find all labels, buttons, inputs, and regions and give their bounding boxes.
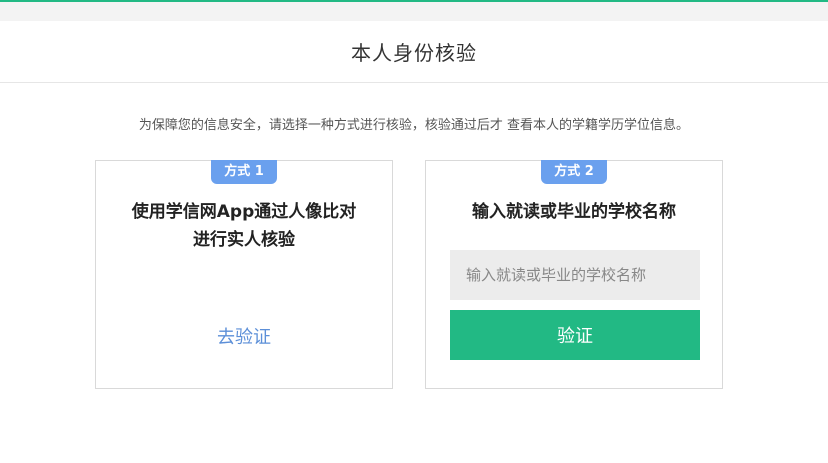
method-1-title-line-2: 进行实人核验 [193,230,295,250]
method-1-title-line-1: 使用学信网App通过人像比对 [131,202,357,222]
page-header: 本人身份核验 [0,21,828,83]
security-notice: 为保障您的信息安全，请选择一种方式进行核验，核验通过后才 查看本人的学籍学历学位… [138,118,690,133]
method-1-title: 使用学信网App通过人像比对 进行实人核验 [96,198,392,254]
method-2-badge: 方式 2 [541,160,607,184]
method-2-title: 输入就读或毕业的学校名称 [472,202,676,222]
go-verify-link[interactable]: 去验证 [96,323,392,349]
top-band [0,0,828,21]
school-name-input[interactable] [450,250,700,300]
method-1-card: 方式 1 使用学信网App通过人像比对 进行实人核验 去验证 [95,160,393,389]
identity-verification-page: 本人身份核验 为保障您的信息安全，请选择一种方式进行核验，核验通过后才 查看本人… [0,0,828,463]
method-1-badge: 方式 1 [211,160,277,184]
verify-button[interactable]: 验证 [450,310,700,360]
page-title: 本人身份核验 [351,41,477,65]
method-2-card: 方式 2 输入就读或毕业的学校名称 验证 [425,160,723,389]
